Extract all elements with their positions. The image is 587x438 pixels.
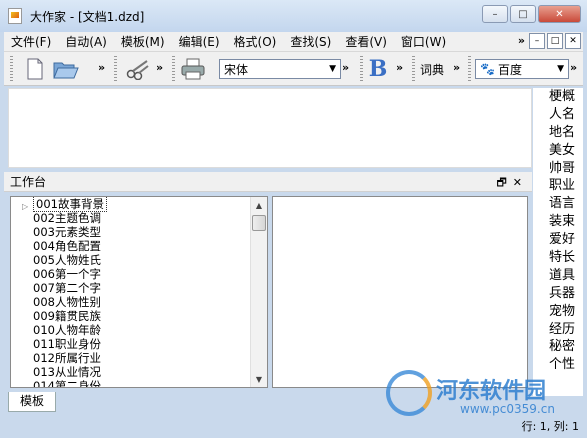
toolbar-overflow-chevron[interactable]: » (453, 61, 460, 74)
menu-format[interactable]: 格式(O) (227, 33, 284, 50)
font-family-select[interactable]: 宋体 ▼ (219, 59, 341, 79)
tree-item[interactable]: 010人物年龄 (11, 323, 251, 337)
category-item[interactable]: 美女 (533, 142, 583, 160)
template-detail-pane[interactable] (272, 196, 528, 388)
category-item[interactable]: 秘密 (533, 338, 583, 356)
document-editor[interactable] (8, 88, 532, 168)
workbench-title: 工作台 (10, 175, 47, 189)
new-document-icon[interactable] (24, 57, 46, 81)
category-item[interactable]: 经历 (533, 321, 583, 339)
category-item[interactable]: 帅哥 (533, 160, 583, 178)
watermark-text: 河东软件园 (436, 378, 547, 404)
category-item[interactable]: 特长 (533, 249, 583, 267)
toolbar-grip[interactable] (10, 56, 13, 82)
toolbar: » » 宋体 ▼ » B » 词典 » 🐾 百度 ▼ » (4, 52, 583, 86)
workbench-header: 工作台 🗗✕ (4, 172, 532, 192)
status-bar: 行: 1, 列: 1 (0, 414, 587, 438)
maximize-button[interactable]: □ (510, 5, 536, 23)
menu-auto[interactable]: 自动(A) (58, 33, 114, 50)
category-item[interactable]: 兵器 (533, 285, 583, 303)
category-item[interactable]: 个性 (533, 356, 583, 374)
toolbar-overflow-chevron[interactable]: » (98, 61, 105, 74)
dictionary-button[interactable]: 词典 (416, 57, 448, 81)
tree-item[interactable]: 007第二个字 (11, 281, 251, 295)
close-button[interactable]: ✕ (538, 5, 581, 23)
toolbar-grip[interactable] (114, 56, 117, 82)
title-bar: 大作家 - [文档1.dzd] – □ ✕ (0, 0, 587, 32)
tree-item[interactable]: 008人物性别 (11, 295, 251, 309)
menu-file[interactable]: 文件(F) (4, 33, 58, 50)
scroll-thumb[interactable] (252, 215, 266, 231)
dictionary-label: 词典 (419, 62, 444, 77)
chevron-down-icon: ▼ (329, 64, 336, 74)
category-item[interactable]: 道具 (533, 267, 583, 285)
tree-item[interactable]: 002主题色调 (11, 211, 251, 225)
cursor-position: 行: 1, 列: 1 (521, 420, 579, 433)
menu-overflow-chevron[interactable]: » (518, 34, 525, 47)
tree-item[interactable]: 005人物姓氏 (11, 253, 251, 267)
tree-item[interactable]: ▷ 001故事背景 (11, 197, 251, 214)
tree-item[interactable]: 004角色配置 (11, 239, 251, 253)
toolbar-grip[interactable] (468, 56, 471, 82)
doc-restore-button[interactable]: □ (547, 33, 563, 49)
minimize-button[interactable]: – (482, 5, 508, 23)
menu-bar: 文件(F) 自动(A) 模板(M) 编辑(E) 格式(O) 查找(S) 查看(V… (4, 32, 583, 52)
category-item[interactable]: 职业 (533, 177, 583, 195)
menu-view[interactable]: 查看(V) (338, 33, 394, 50)
tree-item[interactable]: 009籍贯民族 (11, 309, 251, 323)
printer-icon[interactable] (179, 57, 207, 81)
category-item[interactable]: 人名 (533, 106, 583, 124)
category-panel: 梗概 人名 地名 美女 帅哥 职业 语言 装束 爱好 特长 道具 兵器 宠物 经… (533, 88, 583, 396)
chevron-down-icon: ▼ (557, 64, 564, 74)
category-item[interactable]: 爱好 (533, 231, 583, 249)
scissors-icon[interactable] (124, 57, 152, 81)
category-item[interactable]: 装束 (533, 213, 583, 231)
toolbar-overflow-chevron[interactable]: » (396, 61, 403, 74)
tree-item[interactable]: 013从业情况 (11, 365, 251, 379)
watermark-logo-icon (386, 370, 432, 416)
toolbar-grip[interactable] (360, 56, 363, 82)
tree-item[interactable]: 012所属行业 (11, 351, 251, 365)
tab-template[interactable]: 模板 (8, 392, 56, 412)
bold-button[interactable]: B (366, 56, 390, 82)
template-tree[interactable]: ▷ 001故事背景 002主题色调 003元素类型 004角色配置 005人物姓… (10, 196, 268, 388)
toolbar-grip[interactable] (412, 56, 415, 82)
search-engine-select[interactable]: 🐾 百度 ▼ (475, 59, 569, 79)
expand-arrow-icon[interactable]: ▷ (20, 200, 30, 214)
menu-find[interactable]: 查找(S) (283, 33, 338, 50)
tree-item[interactable]: 014第二身份 (11, 379, 251, 387)
close-panel-icon[interactable]: ✕ (513, 176, 528, 189)
doc-minimize-button[interactable]: – (529, 33, 545, 49)
search-engine-value: 百度 (497, 62, 522, 77)
scroll-up-arrow-icon[interactable]: ▲ (251, 197, 267, 213)
font-family-value: 宋体 (224, 62, 249, 77)
category-item[interactable]: 语言 (533, 195, 583, 213)
paw-icon: 🐾 (480, 62, 495, 76)
menu-edit[interactable]: 编辑(E) (172, 33, 227, 50)
category-item[interactable]: 梗概 (533, 88, 583, 106)
category-item[interactable]: 宠物 (533, 303, 583, 321)
doc-close-button[interactable]: ✕ (565, 33, 581, 49)
window-title: 大作家 - [文档1.dzd] (30, 9, 145, 24)
menu-window[interactable]: 窗口(W) (394, 33, 453, 50)
toolbar-overflow-chevron[interactable]: » (156, 61, 163, 74)
toolbar-overflow-chevron[interactable]: » (570, 61, 577, 74)
tree-scrollbar[interactable]: ▲ ▼ (250, 197, 267, 387)
scroll-down-arrow-icon[interactable]: ▼ (251, 371, 267, 387)
app-icon (8, 8, 22, 24)
tree-item-label: 001故事背景 (33, 197, 107, 212)
toolbar-overflow-chevron[interactable]: » (342, 61, 349, 74)
tree-item[interactable]: 006第一个字 (11, 267, 251, 281)
open-folder-icon[interactable] (52, 57, 80, 81)
category-item[interactable]: 地名 (533, 124, 583, 142)
menu-template[interactable]: 模板(M) (114, 33, 172, 50)
toolbar-grip[interactable] (172, 56, 175, 82)
tree-item[interactable]: 011职业身份 (11, 337, 251, 351)
tree-item[interactable]: 003元素类型 (11, 225, 251, 239)
float-panel-icon[interactable]: 🗗 (496, 176, 512, 189)
bold-icon: B (368, 56, 388, 82)
